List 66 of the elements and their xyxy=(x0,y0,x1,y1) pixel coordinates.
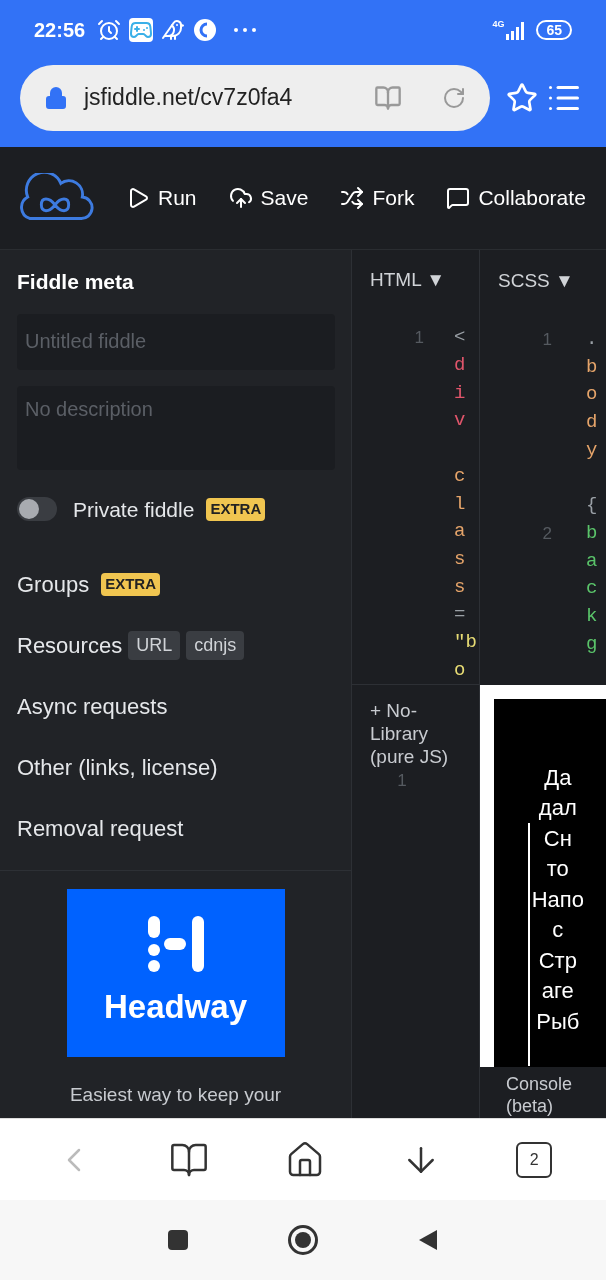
fork-icon xyxy=(340,186,365,210)
preview-text-line: Рыб xyxy=(536,1007,580,1036)
ad-text: Easiest way to keep your xyxy=(69,1083,282,1107)
preview-text-line: Напо xyxy=(531,885,584,914)
section-title: Fiddle meta xyxy=(17,269,135,295)
clock-time: 22:56 xyxy=(34,18,86,43)
toolbar-button[interactable]: Fork xyxy=(340,182,415,214)
gamepad-icon xyxy=(129,18,154,42)
back-triangle-icon[interactable] xyxy=(418,1229,438,1251)
code-token: o xyxy=(454,657,466,683)
battery-level: 65 xyxy=(536,20,572,40)
sidebar-item[interactable]: Async requests xyxy=(17,690,168,723)
headway-ad-banner[interactable]: Headway xyxy=(66,889,285,1057)
collaborate-icon xyxy=(446,186,471,210)
language-tab[interactable]: SCSS ▼ xyxy=(498,266,574,296)
title-field[interactable]: Untitled fiddle xyxy=(17,313,335,370)
preview-text-line: дал xyxy=(538,794,577,822)
circle-logo-icon xyxy=(193,18,218,42)
code-token: < xyxy=(454,325,466,351)
code-token: { xyxy=(586,493,598,519)
url-text: jsfiddle.net/cv7z0fa4 xyxy=(84,83,293,113)
sidebar-item[interactable]: Removal request xyxy=(17,812,184,845)
toolbar-button[interactable]: Save xyxy=(228,182,309,214)
code-token: "b xyxy=(454,630,477,656)
preview-text-line: Сн xyxy=(543,824,572,853)
line-number: 1 xyxy=(541,329,552,351)
extra-badge: EXTRA xyxy=(101,573,160,596)
network-type: 4G xyxy=(492,18,505,31)
console-tab[interactable]: Console (beta) xyxy=(506,1072,586,1117)
code-token: . xyxy=(586,327,598,352)
code-token: = xyxy=(454,602,466,628)
recents-icon[interactable] xyxy=(168,1230,188,1250)
toggle-label: Private fiddle xyxy=(73,496,195,523)
extra-badge: EXTRA xyxy=(206,498,266,521)
preview-text-line: Стр xyxy=(538,946,577,975)
brand-name: Headway xyxy=(103,987,248,1028)
bird-icon xyxy=(161,18,186,42)
line-number: 1 xyxy=(413,327,424,350)
preview-text-line: аге xyxy=(541,977,574,1005)
code-token: body xyxy=(586,354,598,463)
alarm-icon xyxy=(97,18,122,42)
resource-tag[interactable]: cdnjs xyxy=(186,631,245,660)
line-number: 2 xyxy=(541,522,552,545)
sidebar-item[interactable]: Groups xyxy=(17,568,90,601)
save-icon xyxy=(228,186,253,210)
private-toggle[interactable] xyxy=(17,497,57,522)
tabs-button[interactable]: 2 xyxy=(516,1141,553,1178)
code-token: class xyxy=(454,463,466,600)
resource-tag[interactable]: URL xyxy=(128,631,181,660)
language-tab[interactable]: HTML ▼ xyxy=(370,265,446,295)
sidebar-item[interactable]: Resources xyxy=(17,629,123,662)
toolbar-button[interactable]: Run xyxy=(126,182,197,214)
preview-text-line: с xyxy=(552,916,564,944)
code-token: div xyxy=(454,353,466,434)
star-icon[interactable] xyxy=(506,81,538,114)
line-number: 1 xyxy=(396,770,408,793)
toolbar-button[interactable]: Collaborate xyxy=(446,182,586,214)
headway-logo-icon xyxy=(145,914,206,975)
description-field[interactable]: No description xyxy=(17,385,335,470)
framework-label[interactable]: + No-Library (pure JS) xyxy=(370,699,461,769)
preview-text-line: то xyxy=(546,855,569,883)
more-icon xyxy=(233,26,258,34)
sidebar-item[interactable]: Other (links, license) xyxy=(17,751,218,784)
lock-icon xyxy=(44,85,68,110)
preview-text-line: Да xyxy=(544,763,572,792)
code-token: backg xyxy=(586,520,598,657)
